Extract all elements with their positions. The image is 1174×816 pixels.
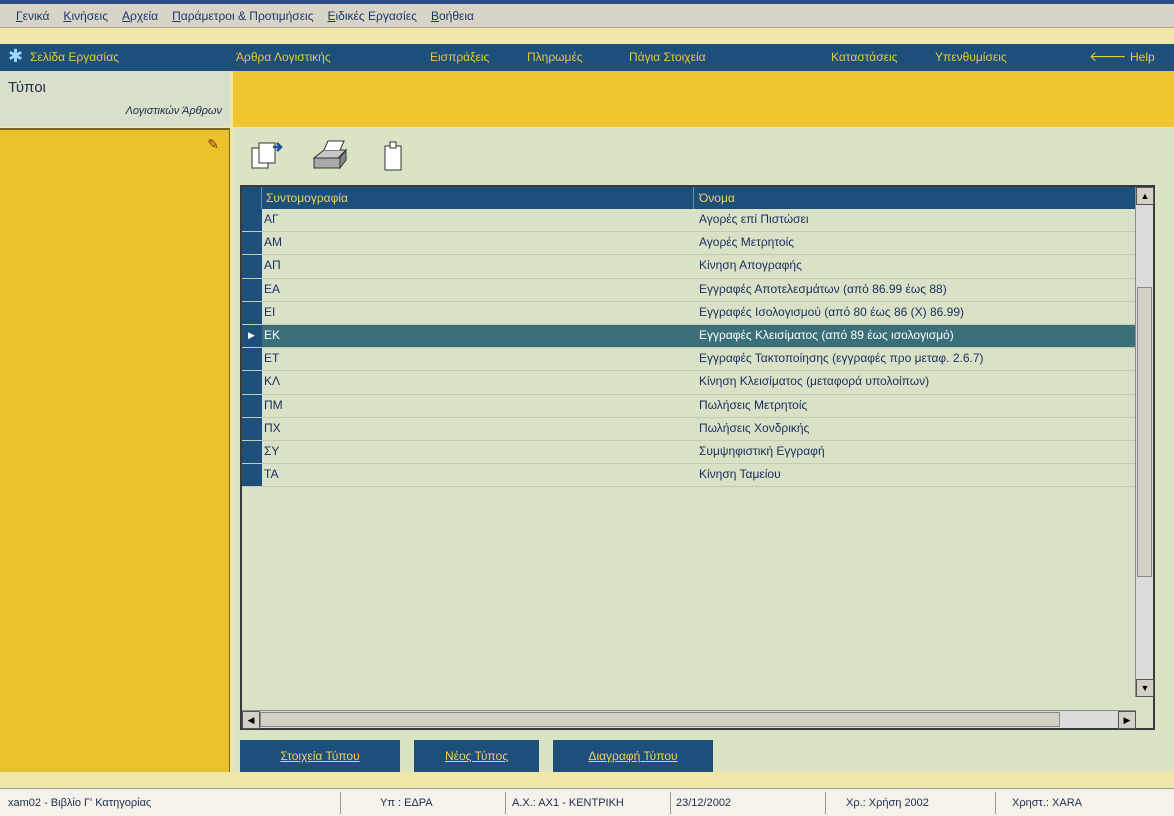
horizontal-scrollbar[interactable]: ◀ ▶ <box>242 710 1136 729</box>
row-indicator[interactable] <box>242 464 262 487</box>
table-body: ΑΓ Αγορές επί Πιστώσει ΑΜ Αγορές Μετρητοίς… <box>242 209 1136 488</box>
clipboard-icon[interactable] <box>371 137 417 175</box>
menu-files[interactable]: Αρχεία <box>122 9 158 23</box>
vertical-scroll-thumb[interactable] <box>1137 287 1152 577</box>
delete-type-button[interactable]: Διαγραφή Τύπου <box>553 740 713 772</box>
scroll-up-icon[interactable]: ▲ <box>1136 187 1154 205</box>
scroll-down-icon[interactable]: ▼ <box>1136 679 1154 697</box>
table-row[interactable]: ΕΑ Εγγραφές Αποτελεσμάτων (από 86.99 έως … <box>242 278 1136 302</box>
table-header: Συντομογραφία Όνομα <box>242 187 1136 209</box>
table-row[interactable]: ΣΥ Συμψηφιστική Εγγραφή <box>242 440 1136 465</box>
table-row[interactable]: ΑΜ Αγορές Μετρητοίς <box>242 232 1136 256</box>
nav-reminders[interactable]: Υπενθυμίσεις <box>935 50 1007 64</box>
row-indicator[interactable] <box>242 278 262 301</box>
left-header: Τύποι Λογιστικών Άρθρων <box>0 71 230 127</box>
nav-bar: ✱ Σελίδα Εργασίας Άρθρα Λογιστικής Εισπρ… <box>0 44 1174 71</box>
type-details-button[interactable]: Στοιχεία Τύπου <box>240 740 400 772</box>
types-table: Συντομογραφία Όνομα ΑΓ Αγορές επί Πιστώσε… <box>240 185 1155 730</box>
row-indicator[interactable] <box>242 232 262 255</box>
table-row[interactable]: ΕΙ Εγγραφές Ισολογισμού (από 80 έως 86 (Χ… <box>242 301 1136 325</box>
vertical-scrollbar[interactable]: ▲ ▼ <box>1135 187 1154 697</box>
row-indicator[interactable] <box>242 209 262 232</box>
left-arrow-icon[interactable]: 🡐 <box>1089 48 1127 65</box>
nav-workpage[interactable]: Σελίδα Εργασίας <box>30 50 119 64</box>
column-header-abbreviation[interactable]: Συντομογραφία <box>266 191 348 205</box>
table-row[interactable]: ΠΧ Πωλήσεις Χονδρικής <box>242 417 1136 441</box>
action-buttons: Στοιχεία Τύπου Νέος Τύπος Διαγραφή Τύπου <box>240 740 727 772</box>
table-row[interactable]: ΤΑ Κίνηση Ταμείου <box>242 464 1136 488</box>
page-title: Τύποι <box>8 79 46 96</box>
column-header-name[interactable]: Όνομα <box>699 191 735 205</box>
row-indicator[interactable] <box>242 301 262 324</box>
row-indicator[interactable] <box>242 394 262 417</box>
horizontal-scroll-thumb[interactable] <box>260 712 1060 727</box>
row-indicator[interactable] <box>242 255 262 278</box>
top-band <box>233 71 1174 127</box>
nav-reports[interactable]: Καταστάσεις <box>831 50 897 64</box>
nav-help[interactable]: Help <box>1130 50 1155 64</box>
new-type-button[interactable]: Νέος Τύπος <box>414 740 539 772</box>
row-indicator[interactable] <box>242 440 262 464</box>
menu-bar: Γενικά Κινήσεις Αρχεία Παράμετροι & Προτ… <box>0 4 1174 28</box>
page-subtitle: Λογιστικών Άρθρων <box>125 105 222 117</box>
nav-payments[interactable]: Πληρωμές <box>527 50 583 64</box>
row-indicator[interactable] <box>242 417 262 440</box>
row-indicator[interactable] <box>242 371 262 394</box>
status-branch: Υπ : ΕΔΡΑ <box>380 797 433 809</box>
new-document-icon[interactable] <box>243 137 289 175</box>
status-date: 23/12/2002 <box>676 797 732 809</box>
table-row[interactable]: ΑΠ Κίνηση Απογραφής <box>242 255 1136 279</box>
table-row-selected[interactable]: ΕΚΕγγραφές Κλεισίματος (από 89 έως ισολο… <box>242 324 1136 349</box>
table-row[interactable]: ΠΜ Πωλήσεις Μετρητοίς <box>242 394 1136 418</box>
nav-accounting-entries[interactable]: Άρθρα Λογιστικής <box>236 50 331 64</box>
row-indicator[interactable] <box>242 348 262 371</box>
workpage-star-icon: ✱ <box>8 46 24 66</box>
status-bar: xam02 - Βιβλίο Γ' Κατηγορίας Υπ : ΕΔΡΑ Α… <box>0 788 1174 816</box>
nav-fixed-assets[interactable]: Πάγια Στοιχεία <box>629 50 706 64</box>
status-company: xam02 - Βιβλίο Γ' Κατηγορίας <box>8 797 152 809</box>
table-row[interactable]: ΑΓ Αγορές επί Πιστώσει <box>242 209 1136 233</box>
status-user: Χρηστ.: XARA <box>1012 797 1082 809</box>
menu-transactions[interactable]: Κινήσεις <box>63 9 108 23</box>
status-ax: Α.Χ.: ΑΧ1 - ΚΕΝΤΡΙΚΗ <box>512 797 624 809</box>
menu-general[interactable]: Γενικά <box>16 9 49 23</box>
pin-icon[interactable]: ✎ <box>207 136 219 153</box>
print-icon[interactable] <box>307 137 353 175</box>
row-indicator[interactable] <box>242 324 262 348</box>
scroll-right-icon[interactable]: ▶ <box>1118 711 1136 729</box>
table-row[interactable]: ΕΤ Εγγραφές Τακτοποίησης (εγγραφές προ με… <box>242 348 1136 372</box>
menu-settings[interactable]: Παράμετροι & Προτιμήσεις <box>172 9 313 23</box>
scroll-left-icon[interactable]: ◀ <box>242 711 260 729</box>
toolbar <box>243 136 435 176</box>
status-year: Χρ.: Χρήση 2002 <box>846 797 929 809</box>
left-panel: ✎ <box>0 128 230 772</box>
menu-special-tasks[interactable]: Ειδικές Εργασίες <box>328 9 417 23</box>
nav-receipts[interactable]: Εισπράξεις <box>430 50 489 64</box>
menu-help[interactable]: Βοήθεια <box>431 9 474 23</box>
table-row[interactable]: ΚΛ Κίνηση Κλεισίματος (μεταφορά υπολοίπων… <box>242 371 1136 395</box>
